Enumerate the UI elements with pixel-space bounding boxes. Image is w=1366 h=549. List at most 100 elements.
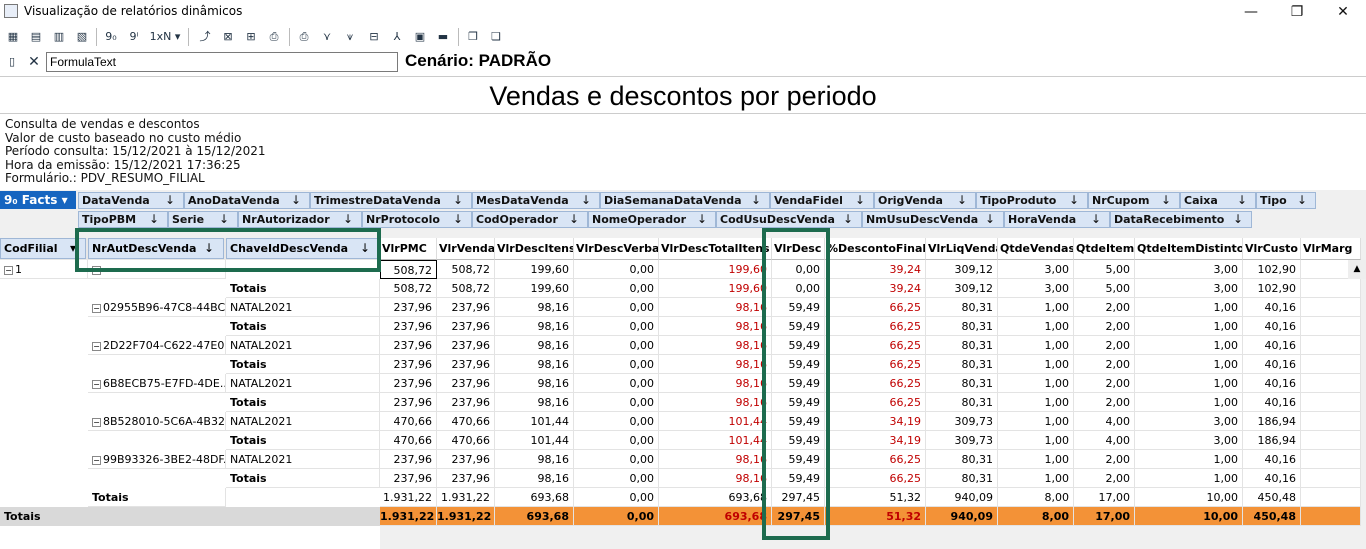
data-cell[interactable]: 40,16 [1243, 298, 1301, 317]
close-button[interactable]: ✕ [1320, 0, 1366, 24]
data-cell[interactable]: 3,00 [998, 279, 1074, 298]
data-cell[interactable]: 1,00 [998, 298, 1074, 317]
data-cell[interactable]: 66,25 [825, 317, 926, 336]
data-cell[interactable]: 940,09 [926, 488, 998, 507]
data-cell[interactable] [1301, 488, 1361, 507]
grid-rows-icon[interactable]: ▤ [26, 27, 46, 47]
data-cell[interactable]: 237,96 [380, 374, 437, 393]
data-cell[interactable]: 59,49 [772, 469, 825, 488]
data-cell[interactable]: 1.931,22 [437, 488, 495, 507]
sort-arrow-icon[interactable]: ↓ [985, 212, 995, 227]
data-cell[interactable]: 0,00 [574, 355, 659, 374]
filter-field-nrcupom[interactable]: NrCupom ↓ [1088, 192, 1180, 209]
data-cell[interactable]: 2,00 [1074, 317, 1135, 336]
sort-arrow-icon[interactable]: ↓ [453, 212, 463, 227]
data-cell[interactable]: 101,44 [495, 431, 574, 450]
data-cell[interactable]: 59,49 [772, 450, 825, 469]
data-cell[interactable]: 51,32 [825, 488, 926, 507]
data-cell[interactable]: 450,48 [1243, 488, 1301, 507]
data-cell[interactable]: 1,00 [998, 431, 1074, 450]
data-cell[interactable]: 0,00 [574, 279, 659, 298]
grand-total-cell[interactable]: 17,00 [1074, 507, 1135, 526]
data-cell[interactable]: 10,00 [1135, 488, 1243, 507]
tree-icon[interactable]: ⅄ [387, 27, 407, 47]
filter-field-codusudescvenda[interactable]: CodUsuDescVenda ↓ [716, 211, 862, 228]
data-cell[interactable]: 0,00 [574, 412, 659, 431]
data-cell[interactable]: 40,16 [1243, 450, 1301, 469]
sort-arrow-icon[interactable]: ↓ [1091, 212, 1101, 227]
sort-arrow-icon[interactable]: ↓ [1069, 193, 1079, 208]
data-cell[interactable] [1301, 450, 1361, 469]
data-cell[interactable]: 59,49 [772, 317, 825, 336]
collapse-icon[interactable]: − [92, 303, 101, 313]
data-cell[interactable]: 66,25 [825, 393, 926, 412]
collapse-icon[interactable]: − [92, 265, 101, 275]
collapse-icon[interactable]: − [92, 417, 101, 427]
data-cell[interactable]: 470,66 [437, 431, 495, 450]
column-header[interactable]: QtdeItemDistinto [1135, 238, 1243, 260]
data-cell[interactable]: 66,25 [825, 450, 926, 469]
sort-arrow-icon[interactable]: ↓ [219, 212, 229, 227]
data-cell[interactable]: 80,31 [926, 336, 998, 355]
data-cell[interactable]: 59,49 [772, 355, 825, 374]
grand-total-cell[interactable]: 8,00 [998, 507, 1074, 526]
sort-arrow-icon[interactable]: ↓ [843, 212, 853, 227]
data-cell[interactable]: 40,16 [1243, 393, 1301, 412]
new-document-icon[interactable]: ▯ [2, 52, 22, 72]
filter-field-trimestredatavenda[interactable]: TrimestreDataVenda ↓ [310, 192, 472, 209]
data-cell[interactable]: 237,96 [380, 355, 437, 374]
data-cell[interactable]: 237,96 [380, 469, 437, 488]
data-cell[interactable]: 508,72 [380, 279, 437, 298]
data-cell[interactable]: 1,00 [1135, 450, 1243, 469]
data-cell[interactable]: 59,49 [772, 412, 825, 431]
sort-arrow-icon[interactable]: ↓ [453, 193, 463, 208]
filter-field-nomeoperador[interactable]: NomeOperador ↓ [588, 211, 716, 228]
data-cell[interactable]: 66,25 [825, 355, 926, 374]
data-cell[interactable]: 98,16 [495, 298, 574, 317]
data-cell[interactable]: 1,00 [998, 469, 1074, 488]
restore-button[interactable]: ❐ [1274, 0, 1320, 24]
data-cell[interactable]: 309,73 [926, 431, 998, 450]
column-header[interactable]: VlrDesc [772, 238, 825, 260]
sort-arrow-icon[interactable]: ↓ [165, 193, 175, 208]
data-cell[interactable]: 66,25 [825, 374, 926, 393]
data-cell[interactable]: 1,00 [998, 336, 1074, 355]
data-cell[interactable]: 0,00 [772, 260, 825, 279]
sort-arrow-icon[interactable]: ↓ [581, 193, 591, 208]
sort-desc-icon[interactable]: 9ⁱ [124, 27, 144, 47]
pdf-icon[interactable]: ⎙ [264, 27, 284, 47]
data-cell[interactable]: 39,24 [825, 279, 926, 298]
data-cell[interactable]: 0,00 [574, 469, 659, 488]
data-cell[interactable]: 0,00 [574, 431, 659, 450]
grid-totals-icon[interactable]: ▧ [72, 27, 92, 47]
data-cell[interactable]: 237,96 [437, 374, 495, 393]
data-cell[interactable]: 0,00 [772, 279, 825, 298]
grand-total-cell[interactable]: 10,00 [1135, 507, 1243, 526]
filter-field-tipo[interactable]: Tipo ↓ [1256, 192, 1316, 209]
data-cell[interactable]: 1,00 [1135, 374, 1243, 393]
data-cell[interactable]: 98,16 [495, 336, 574, 355]
data-cell[interactable]: 2,00 [1074, 469, 1135, 488]
grand-total-cell[interactable]: 297,45 [772, 507, 825, 526]
data-cell[interactable]: 199,60 [495, 279, 574, 298]
data-cell[interactable] [1301, 355, 1361, 374]
sort-asc-icon[interactable]: 9₀ [101, 27, 121, 47]
sort-arrow-icon[interactable]: ↓ [291, 193, 301, 208]
filter-field-horavenda[interactable]: HoraVenda ↓ [1004, 211, 1110, 228]
data-cell[interactable]: 0,00 [574, 260, 659, 279]
column-header[interactable]: VlrDescVerba [574, 238, 659, 260]
data-cell[interactable]: 66,25 [825, 469, 926, 488]
column-header[interactable]: VlrDescTotalItens [659, 238, 772, 260]
data-cell[interactable]: 102,90 [1243, 279, 1301, 298]
column-header[interactable]: VlrCusto [1243, 238, 1301, 260]
clear-icon[interactable]: ✕ [24, 52, 44, 72]
filter-icon[interactable]: ⋎ [317, 27, 337, 47]
sort-arrow-icon[interactable]: ↓ [149, 212, 159, 227]
data-cell[interactable]: 98,16 [659, 317, 772, 336]
filter-field-tipoproduto[interactable]: TipoProduto ↓ [976, 192, 1088, 209]
data-cell[interactable]: 2,00 [1074, 374, 1135, 393]
data-cell[interactable]: 98,16 [659, 393, 772, 412]
grid-view-icon[interactable]: ▦ [3, 27, 23, 47]
data-cell[interactable]: 237,96 [380, 317, 437, 336]
grid-cols-icon[interactable]: ▥ [49, 27, 69, 47]
